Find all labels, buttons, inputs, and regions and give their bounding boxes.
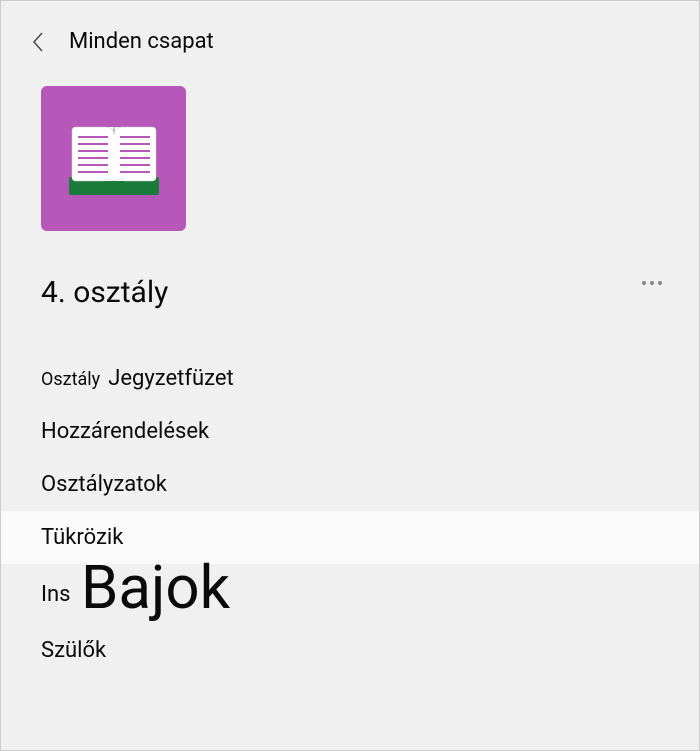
header-title: Minden csapat — [69, 29, 214, 54]
channel-reflect[interactable]: Tükrözik — [1, 511, 699, 564]
channel-label: Jegyzetfüzet — [108, 366, 234, 391]
team-avatar-section — [1, 54, 699, 231]
channel-parents[interactable]: Szülők — [1, 624, 699, 677]
channel-label-prefix: Ins — [41, 582, 71, 607]
more-options-button[interactable] — [637, 276, 667, 290]
channel-class-notebook[interactable]: Osztály Jegyzetfüzet — [1, 352, 699, 405]
team-avatar[interactable] — [41, 86, 186, 231]
more-horizontal-icon — [641, 280, 663, 286]
back-button[interactable] — [31, 31, 45, 53]
book-icon — [64, 119, 164, 199]
header-row: Minden csapat — [1, 1, 699, 54]
channel-grades[interactable]: Osztályzatok — [1, 458, 699, 511]
channel-label-prefix: Osztály — [41, 369, 100, 390]
channel-insights[interactable]: Ins Bajok — [1, 564, 699, 624]
chevron-left-icon — [31, 31, 45, 53]
team-name: 4. osztály — [41, 275, 168, 310]
channel-list: Osztály Jegyzetfüzet Hozzárendelések Osz… — [1, 310, 699, 677]
channel-assignments[interactable]: Hozzárendelések — [1, 405, 699, 458]
team-title-row: 4. osztály — [1, 231, 699, 310]
